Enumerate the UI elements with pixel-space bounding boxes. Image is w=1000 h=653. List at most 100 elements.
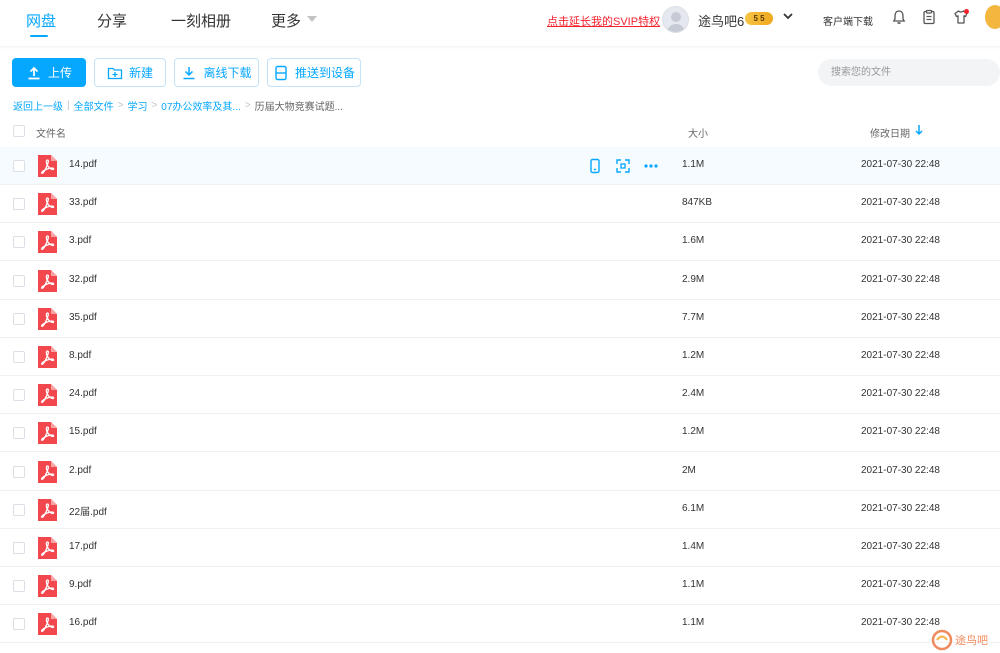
- row-checkbox[interactable]: [13, 236, 25, 249]
- row-checkbox[interactable]: [13, 312, 25, 325]
- file-table-header: 文件名 大小 修改日期: [0, 118, 1000, 145]
- upload-button[interactable]: 上传: [12, 58, 86, 87]
- table-row[interactable]: 32.pdf 2.9M 2021-07-30 22:48: [0, 262, 1000, 300]
- file-name[interactable]: 17.pdf: [69, 541, 97, 552]
- row-checkbox[interactable]: [13, 160, 25, 172]
- file-date: 2021-07-30 22:48: [861, 388, 940, 400]
- breadcrumb-divider: |: [67, 100, 70, 111]
- column-header-name[interactable]: 文件名: [36, 125, 66, 140]
- nav-tab-more[interactable]: 更多: [271, 10, 301, 31]
- file-date: 2021-07-30 22:48: [861, 426, 940, 438]
- file-name[interactable]: 35.pdf: [69, 312, 97, 323]
- row-checkbox[interactable]: [13, 351, 25, 363]
- table-row[interactable]: 14.pdf 1.1M 2021-07-30 22:48: [0, 147, 1000, 185]
- avatar-secondary[interactable]: [985, 5, 1000, 29]
- watermark-text: 途鸟吧: [955, 633, 988, 647]
- breadcrumb: 返回上一级 | 全部文件 > 学习 > 07办公效率及其... > 历届大物竞赛…: [13, 98, 343, 113]
- push-to-device-button[interactable]: 推送到设备: [267, 58, 361, 87]
- file-name[interactable]: 8.pdf: [69, 350, 91, 361]
- table-row[interactable]: 22届.pdf 6.1M 2021-07-30 22:48: [0, 491, 1000, 529]
- file-size: 847KB: [682, 197, 713, 209]
- breadcrumb-item-study[interactable]: 学习: [127, 98, 147, 113]
- vip-level-badge: 5 5: [745, 12, 773, 25]
- sort-down-icon[interactable]: [914, 124, 924, 136]
- row-checkbox[interactable]: [13, 580, 25, 593]
- username[interactable]: 途鸟吧6: [698, 11, 744, 30]
- phone-icon[interactable]: [587, 158, 603, 174]
- row-checkbox[interactable]: [13, 389, 25, 402]
- file-size: 2M: [682, 464, 696, 476]
- file-size: 2.9M: [682, 273, 705, 285]
- row-checkbox[interactable]: [13, 427, 25, 440]
- table-row[interactable]: 35.pdf 7.7M 2021-07-30 22:48: [0, 300, 1000, 338]
- row-checkbox[interactable]: [13, 198, 25, 211]
- table-row[interactable]: 8.pdf 1.2M 2021-07-30 22:48: [0, 338, 1000, 376]
- file-name[interactable]: 24.pdf: [69, 388, 97, 399]
- table-row[interactable]: 24.pdf 2.4M 2021-07-30 22:48: [0, 376, 1000, 415]
- row-checkbox[interactable]: [13, 465, 25, 478]
- clipboard-icon[interactable]: [921, 9, 937, 25]
- chevron-down-icon[interactable]: [307, 16, 317, 22]
- offline-download-button[interactable]: 离线下载: [174, 58, 259, 87]
- chevron-down-icon[interactable]: [782, 10, 794, 22]
- pdf-file-icon: [38, 498, 57, 521]
- table-row[interactable]: 3.pdf 1.6M 2021-07-30 22:48: [0, 223, 1000, 262]
- file-name[interactable]: 32.pdf: [69, 274, 97, 285]
- file-date: 2021-07-30 22:48: [861, 311, 940, 323]
- nav-tab-netdisk[interactable]: 网盘: [26, 10, 56, 31]
- file-name[interactable]: 22届.pdf: [69, 503, 107, 518]
- table-row[interactable]: 15.pdf 1.2M 2021-07-30 22:48: [0, 414, 1000, 453]
- file-date: 2021-07-30 22:48: [861, 159, 940, 170]
- column-header-size[interactable]: 大小: [688, 125, 708, 140]
- row-checkbox[interactable]: [13, 503, 25, 516]
- more-icon[interactable]: [643, 158, 659, 174]
- row-actions: [587, 158, 659, 174]
- breadcrumb-back-link[interactable]: 返回上一级: [13, 98, 63, 113]
- row-checkbox[interactable]: [13, 274, 25, 287]
- pdf-file-icon: [38, 422, 57, 445]
- pdf-file-icon: [38, 613, 57, 636]
- file-name[interactable]: 15.pdf: [69, 426, 97, 437]
- file-size: 1.4M: [682, 541, 705, 552]
- row-checkbox[interactable]: [13, 618, 25, 631]
- table-row[interactable]: 9.pdf 1.1M 2021-07-30 22:48: [0, 567, 1000, 606]
- column-header-date[interactable]: 修改日期: [870, 125, 910, 140]
- file-name[interactable]: 14.pdf: [69, 159, 97, 170]
- file-name[interactable]: 3.pdf: [69, 235, 91, 246]
- nav-tab-album[interactable]: 一刻相册: [171, 10, 231, 31]
- table-row[interactable]: 17.pdf 1.4M 2021-07-30 22:48: [0, 529, 1000, 567]
- file-size: 1.2M: [682, 350, 705, 361]
- avatar[interactable]: [662, 6, 689, 33]
- select-all-checkbox[interactable]: [13, 125, 25, 137]
- nav-tab-share[interactable]: 分享: [97, 10, 127, 31]
- file-name[interactable]: 16.pdf: [69, 617, 97, 628]
- breadcrumb-item-all-files[interactable]: 全部文件: [74, 98, 114, 113]
- table-row[interactable]: 2.pdf 2M 2021-07-30 22:48: [0, 453, 1000, 491]
- table-row[interactable]: 33.pdf 847KB 2021-07-30 22:48: [0, 185, 1000, 224]
- file-size: 1.1M: [682, 579, 705, 591]
- new-folder-button-label: 新建: [128, 66, 153, 80]
- breadcrumb-item-office[interactable]: 07办公效率及其...: [161, 98, 240, 113]
- file-name[interactable]: 33.pdf: [69, 197, 97, 208]
- file-size: 7.7M: [682, 311, 705, 323]
- top-nav-bar: 网盘 分享 一刻相册 更多 点击延长我的SVIP特权 途鸟吧6 5 5 客户端下…: [0, 0, 1000, 46]
- new-folder-button[interactable]: 新建: [94, 58, 166, 87]
- table-row[interactable]: 16.pdf 1.1M 2021-07-30 22:48: [0, 605, 1000, 644]
- bell-icon[interactable]: [891, 9, 907, 25]
- file-name[interactable]: 2.pdf: [69, 465, 91, 476]
- file-name[interactable]: 9.pdf: [69, 579, 91, 590]
- row-checkbox[interactable]: [13, 542, 25, 554]
- search-input[interactable]: [818, 59, 1000, 86]
- pdf-file-icon: [38, 269, 57, 292]
- file-date: 2021-07-30 22:48: [861, 617, 940, 629]
- file-size: 6.1M: [682, 502, 705, 514]
- offline-download-button-label: 离线下载: [203, 66, 252, 80]
- svip-renew-link[interactable]: 点击延长我的SVIP特权: [547, 13, 660, 29]
- file-size: 1.1M: [682, 159, 705, 170]
- qr-share-icon[interactable]: [615, 158, 631, 174]
- file-date: 2021-07-30 22:48: [861, 541, 940, 552]
- client-download-link[interactable]: 客户端下载: [823, 13, 873, 28]
- pdf-file-icon: [38, 193, 57, 216]
- file-size: 1.6M: [682, 235, 705, 247]
- watermark-logo: 途鸟吧: [931, 629, 988, 651]
